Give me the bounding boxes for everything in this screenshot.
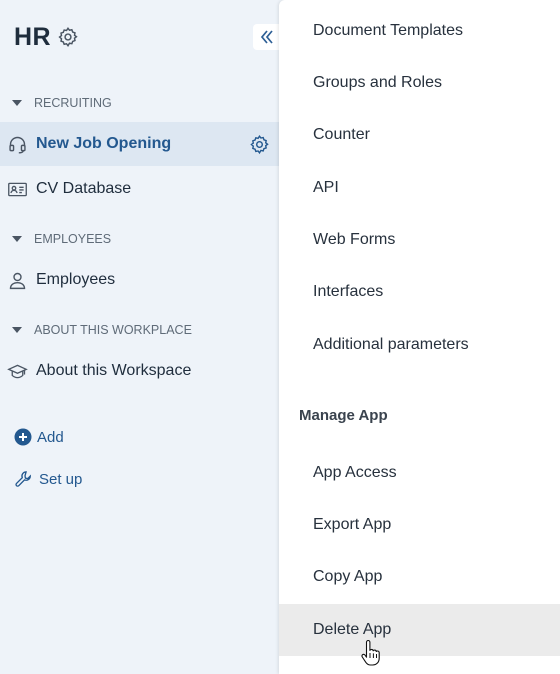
menu-item-groups-and-roles[interactable]: Groups and Roles [279, 57, 560, 109]
plus-circle-icon [14, 428, 32, 446]
add-label: Add [37, 428, 64, 446]
sidebar-item-employees[interactable]: Employees [0, 258, 280, 302]
section-header-label: RECRUITING [34, 96, 112, 110]
section-header-label: ABOUT THIS WORKPLACE [34, 323, 192, 337]
collapse-triangle-icon [12, 236, 22, 242]
setup-button[interactable]: Set up [14, 467, 82, 491]
add-button[interactable]: Add [14, 425, 64, 449]
menu-item-additional-parameters[interactable]: Additional parameters [279, 319, 560, 371]
graduation-cap-icon [7, 364, 28, 378]
menu-item-counter[interactable]: Counter [279, 109, 560, 161]
app-settings-menu: Document Templates Groups and Roles Coun… [279, 0, 560, 674]
menu-item-delete-app[interactable]: Delete App [279, 604, 560, 656]
menu-item-document-templates[interactable]: Document Templates [279, 5, 560, 57]
sidebar-item-label: New Job Opening [36, 135, 172, 152]
section-header-label: EMPLOYEES [34, 232, 112, 246]
menu-item-interfaces[interactable]: Interfaces [279, 266, 560, 318]
gear-icon[interactable] [249, 134, 270, 155]
menu-item-copy-app[interactable]: Copy App [279, 551, 560, 603]
collapse-triangle-icon [12, 327, 22, 333]
sidebar-item-label: CV Database [36, 180, 132, 197]
app-title: HR [14, 22, 52, 51]
menu-item-api[interactable]: API [279, 162, 560, 214]
app-header: HR [14, 22, 79, 52]
section-header-about[interactable]: ABOUT THIS WORKPLACE [12, 322, 192, 338]
menu-item-export-app[interactable]: Export App [279, 499, 560, 551]
person-icon [9, 272, 26, 289]
collapse-sidebar-button[interactable] [253, 24, 281, 50]
sidebar-item-cv-database[interactable]: CV Database [0, 167, 280, 211]
menu-item-app-access[interactable]: App Access [279, 447, 560, 499]
section-header-employees[interactable]: EMPLOYEES [12, 231, 111, 247]
section-header-recruiting[interactable]: RECRUITING [12, 95, 112, 111]
sidebar-item-new-job-opening[interactable]: New Job Opening [0, 122, 280, 166]
id-card-icon [8, 182, 27, 196]
headset-icon [9, 136, 26, 154]
sidebar-item-label: Employees [36, 271, 116, 288]
menu-item-web-forms[interactable]: Web Forms [279, 214, 560, 266]
menu-heading-manage-app: Manage App [299, 406, 388, 424]
wrench-icon [15, 471, 31, 487]
sidebar: HR RECRUITING New Job Opening CV Databas… [0, 0, 281, 674]
double-chevron-left-icon [260, 30, 273, 44]
gear-icon[interactable] [57, 26, 79, 48]
collapse-triangle-icon [12, 100, 22, 106]
sidebar-item-label: About this Workspace [36, 362, 192, 379]
setup-label: Set up [39, 470, 83, 488]
sidebar-item-about-workspace[interactable]: About this Workspace [0, 349, 280, 393]
